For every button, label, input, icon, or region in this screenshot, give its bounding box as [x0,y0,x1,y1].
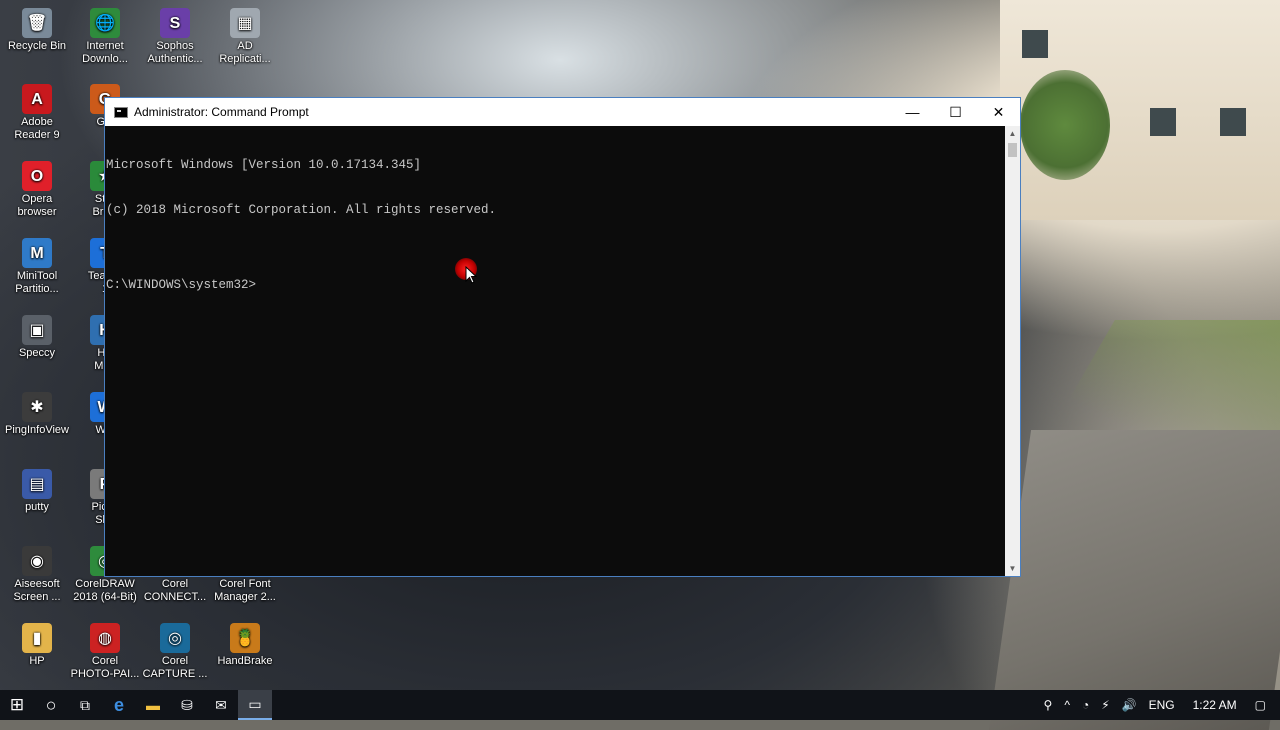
desktop-icon-hp-folder[interactable]: ▮ HP [0,623,74,668]
edge-browser-icon[interactable]: e [102,690,136,720]
cmd-app-icon [114,106,128,118]
network-icon[interactable]: ◔ [1076,698,1095,712]
wallpaper-tree [1020,70,1110,180]
console-line: (c) 2018 Microsoft Corporation. All righ… [106,203,497,217]
desktop-icon-label: Opera browser [17,193,57,218]
desktop-icon-label: Corel CAPTURE ... [142,655,208,680]
command-prompt-window[interactable]: Administrator: Command Prompt — ☐ ✕ Micr… [104,97,1021,577]
putty-icon: ▤ [22,469,52,499]
desktop-icon-pinginfoview[interactable]: ✱ PingInfoView [0,392,74,437]
handbrake-icon: 🍍 [230,623,260,653]
close-button[interactable]: ✕ [977,98,1020,126]
internet-download-icon: 🌐 [90,8,120,38]
system-tray: ⚲ ^ ◔ ⚡ 🔊 ENG 1:22 AM ▢ [1038,690,1280,720]
mail-icon[interactable]: ✉ [204,690,238,720]
store-icon[interactable]: ⛁ [170,690,204,720]
desktop-icon-label: Speccy [18,347,56,359]
vertical-scrollbar[interactable]: ▲ ▼ [1005,126,1020,576]
task-view-icon[interactable]: ⧉ [68,690,102,720]
scroll-down-arrow-icon[interactable]: ▼ [1005,561,1020,576]
console-line: Microsoft Windows [Version 10.0.17134.34… [106,158,422,172]
desktop-icon-label: PingInfoView [4,424,69,436]
hp-folder-icon: ▮ [22,623,52,653]
clock[interactable]: 1:22 AM [1181,698,1249,712]
minitool-partition-icon: M [22,238,52,268]
power-plug-icon[interactable]: ⚡ [1095,698,1115,712]
desktop-icon-minitool-partition[interactable]: M MiniTool Partitio... [0,238,74,296]
desktop-icon-corel-capture[interactable]: ◎ Corel CAPTURE ... [138,623,212,681]
desktop-icon-label: Recycle Bin [7,40,67,52]
opera-browser-icon: O [22,161,52,191]
volume-icon[interactable]: 🔊 [1116,698,1143,712]
recycle-bin-icon: 🗑 [22,8,52,38]
scrollbar-thumb[interactable] [1008,143,1017,157]
window-titlebar[interactable]: Administrator: Command Prompt — ☐ ✕ [105,98,1020,126]
cortana-search-icon[interactable]: ○ [34,690,68,720]
corel-photo-paint-icon: ◍ [90,623,120,653]
desktop-icon-adobe-reader[interactable]: A Adobe Reader 9 [0,84,74,142]
show-hidden-icons-chevron-icon[interactable]: ^ [1058,698,1076,712]
mouse-pointer-icon [465,266,477,284]
ad-replicati-icon: ▦ [230,8,260,38]
console-output[interactable]: Microsoft Windows [Version 10.0.17134.34… [105,126,1005,576]
desktop-icon-corel-photo-paint[interactable]: ◍ Corel PHOTO-PAI... [68,623,142,681]
desktop-icon-label: putty [25,501,49,513]
sophos-authentic-icon: S [160,8,190,38]
desktop-icon-handbrake[interactable]: 🍍 HandBrake [208,623,282,668]
aiseesoft-screen-icon: ◉ [22,546,52,576]
action-center-icon[interactable]: ▢ [1249,698,1280,712]
desktop-icon-putty[interactable]: ▤ putty [0,469,74,514]
input-language[interactable]: ENG [1143,698,1181,712]
desktop-icon-label: Corel CONNECT... [143,578,207,603]
desktop-icon-internet-download[interactable]: 🌐 Internet Downlo... [68,8,142,66]
desktop-icon-ad-replicati[interactable]: ▦ AD Replicati... [208,8,282,66]
scroll-up-arrow-icon[interactable]: ▲ [1005,126,1020,141]
desktop-icon-label: HandBrake [217,655,273,667]
maximize-button[interactable]: ☐ [934,98,977,126]
desktop-icon-label: Adobe Reader 9 [14,116,60,141]
console-prompt: C:\WINDOWS\system32> [106,278,257,292]
taskbar: ⊞ ○ ⧉ e ▬ ⛁ ✉ ▭ ⚲ ^ ◔ ⚡ 🔊 ENG 1:22 AM ▢ [0,690,1280,720]
desktop-icon-sophos-authentic[interactable]: S Sophos Authentic... [138,8,212,66]
desktop-icon-opera-browser[interactable]: O Opera browser [0,161,74,219]
desktop-icon-label: Corel PHOTO-PAI... [70,655,140,680]
wallpaper-curb [988,430,1280,730]
desktop-icon-label: Aiseesoft Screen ... [13,578,61,603]
corel-capture-icon: ◎ [160,623,190,653]
desktop-icon-label: Sophos Authentic... [147,40,203,65]
desktop-icon-recycle-bin[interactable]: 🗑 Recycle Bin [0,8,74,53]
file-explorer-icon[interactable]: ▬ [136,690,170,720]
desktop-icon-label: Internet Downlo... [82,40,128,65]
desktop-icon-label: MiniTool Partitio... [15,270,59,295]
desktop-icon-label: Corel Font Manager 2... [214,578,276,603]
pinginfoview-icon: ✱ [22,392,52,422]
taskbar-cmd-icon[interactable]: ▭ [238,690,272,720]
desktop-icon-aiseesoft-screen[interactable]: ◉ Aiseesoft Screen ... [0,546,74,604]
adobe-reader-icon: A [22,84,52,114]
start-button-windows-icon[interactable]: ⊞ [0,690,34,720]
desktop-icon-speccy[interactable]: ▣ Speccy [0,315,74,360]
speccy-icon: ▣ [22,315,52,345]
window-title: Administrator: Command Prompt [134,105,309,119]
people-icon[interactable]: ⚲ [1038,698,1059,712]
desktop-icon-label: CorelDRAW 2018 (64-Bit) [73,578,137,603]
desktop-icon-label: HP [29,655,45,667]
desktop-icon-label: AD Replicati... [219,40,271,65]
minimize-button[interactable]: — [891,98,934,126]
